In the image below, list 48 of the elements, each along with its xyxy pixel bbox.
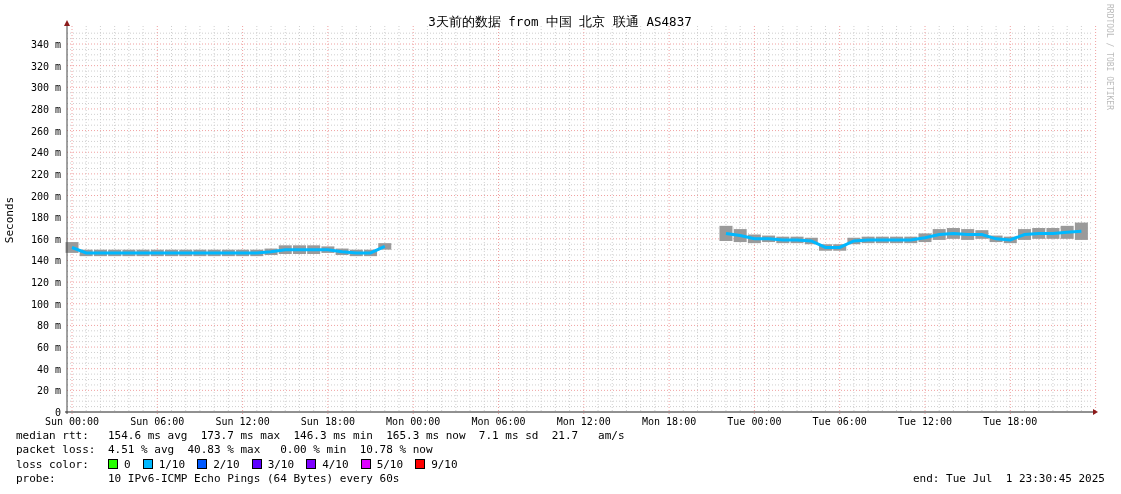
end-time: end: Tue Jul 1 23:30:45 2025: [912, 472, 1105, 486]
probe-description: 10 IPv6-ICMP Echo Pings (64 Bytes) every 60s: [108, 472, 400, 486]
x-tick-label: Mon 00:00: [386, 416, 441, 427]
packet-loss-stats: 4.51 % avg 40.83 % max 0.00 % min 10.78 % now: [108, 443, 433, 457]
y-tick-label: 280 m: [30, 103, 61, 115]
y-tick-label: 220 m: [30, 168, 61, 180]
x-tick-label: Sun 18:00: [300, 416, 355, 427]
y-tick-label: 80 m: [36, 320, 61, 332]
x-tick-label: Tue 12:00: [897, 416, 953, 427]
y-tick-label: 160 m: [30, 233, 61, 245]
y-tick-label: 40 m: [36, 363, 61, 375]
y-tick-label: 300 m: [30, 82, 61, 94]
x-tick-label: Mon 18:00: [642, 416, 697, 427]
median-rtt-stats: 154.6 ms avg 173.7 ms max 146.3 ms min 165.3 ms now 7.1 ms sd 21.7 am/s: [108, 428, 625, 442]
chart-title: 3天前的数据 from 中国 北京 联通 AS4837: [428, 14, 692, 29]
loss-level-label: 2/10: [213, 457, 240, 471]
y-tick-label: 60 m: [36, 342, 61, 354]
loss-level-label: 3/10: [267, 457, 295, 471]
x-tick-label: Tue 00:00: [727, 416, 782, 427]
y-tick-label: 200 m: [30, 190, 61, 202]
x-tick-label: Mon 12:00: [556, 416, 611, 427]
y-tick-label: 180 m: [30, 212, 61, 224]
y-tick-label: 260 m: [30, 125, 61, 137]
watermark-text: RRDTOOL / TOBI OETIKER: [1105, 4, 1114, 110]
x-tick-label: Tue 06:00: [812, 416, 867, 427]
x-tick-label: Mon 06:00: [471, 416, 526, 427]
y-axis-label: Seconds: [3, 196, 16, 244]
y-tick-label: 100 m: [30, 298, 61, 310]
x-tick-label: Sun 06:00: [130, 416, 185, 427]
y-tick-label: 340 m: [30, 39, 61, 50]
y-tick-label: 320 m: [30, 60, 61, 72]
x-tick-label: Sun 12:00: [215, 416, 270, 427]
x-tick-label: Sun 00:00: [44, 416, 100, 427]
legend-label: probe:: [16, 472, 57, 486]
legend-label: packet loss:: [16, 443, 97, 457]
legend-label: loss color:: [16, 457, 90, 471]
y-tick-label: 0: [54, 407, 61, 418]
loss-level-label: 0: [124, 457, 131, 471]
y-tick-label: 120 m: [30, 277, 61, 289]
loss-level-label: 5/10: [376, 457, 404, 471]
loss-level-label: 9/10: [431, 457, 458, 471]
y-tick-label: 140 m: [30, 255, 61, 267]
y-tick-label: 240 m: [30, 147, 61, 159]
x-tick-label: Tue 18:00: [983, 416, 1038, 427]
y-tick-label: 20 m: [36, 385, 61, 397]
loss-level-label: 4/10: [322, 457, 349, 471]
legend-label: median rtt:: [16, 428, 90, 442]
loss-level-label: 1/10: [158, 457, 186, 471]
